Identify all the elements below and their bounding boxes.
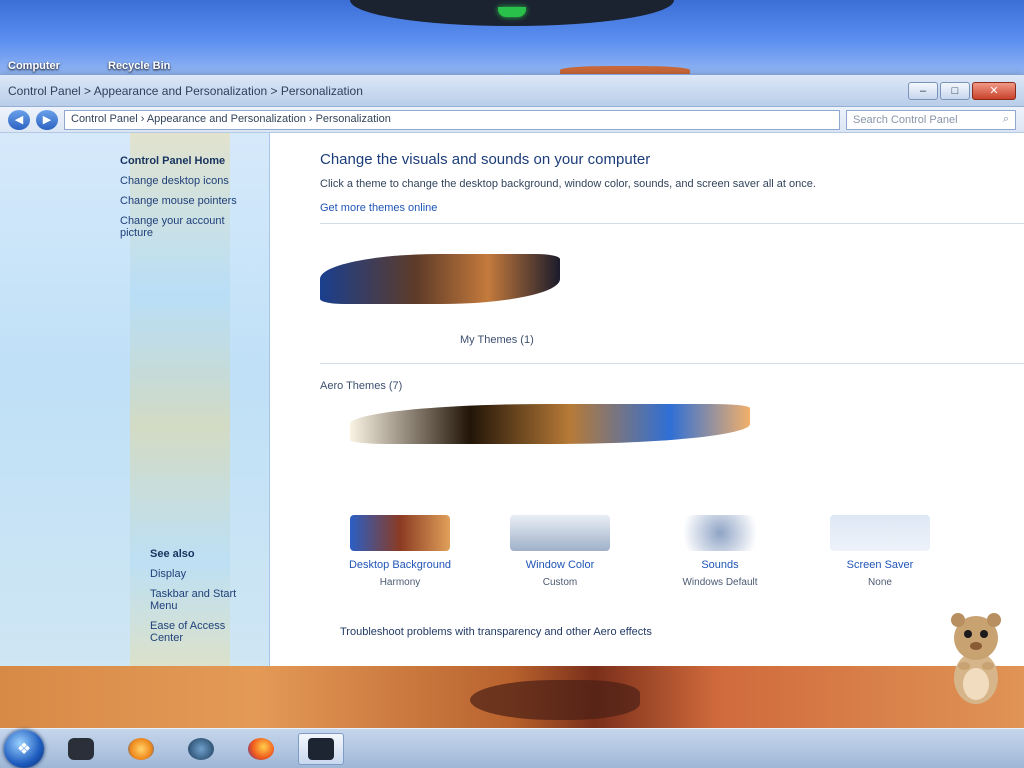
my-themes-section: My Themes (1) <box>320 223 1024 353</box>
window-titlebar[interactable]: Control Panel > Appearance and Personali… <box>0 75 1024 107</box>
media-player-icon <box>128 737 154 760</box>
taskbar-media-player[interactable] <box>118 733 164 765</box>
page-description: Click a theme to change the desktop back… <box>320 178 816 190</box>
option-value: Harmony <box>379 577 421 588</box>
wallpaper-ground <box>0 666 1024 728</box>
control-panel-icon <box>308 737 334 760</box>
sidebar-item-home[interactable]: Control Panel Home <box>0 151 269 171</box>
option-label: Desktop Background <box>348 559 452 571</box>
desktop-shortcut-computer[interactable]: Computer <box>8 60 60 72</box>
taskbar-firefox[interactable] <box>238 733 284 765</box>
installed-themes-section: Aero Themes (7) <box>320 363 1024 463</box>
address-field[interactable]: Control Panel › Appearance and Personali… <box>64 109 840 130</box>
option-value: None <box>868 577 892 588</box>
folder-icon <box>68 737 94 760</box>
search-placeholder: Search Control Panel <box>853 113 958 126</box>
close-button[interactable]: ✕ <box>972 81 1016 100</box>
back-button[interactable]: ◀ <box>8 109 30 130</box>
taskbar-control-panel[interactable] <box>298 732 344 765</box>
sidebar-item-account-picture[interactable]: Change your account picture <box>0 211 269 243</box>
sounds-icon <box>670 515 770 551</box>
taskbar-explorer[interactable] <box>58 733 104 765</box>
see-also-taskbar[interactable]: Taskbar and Start Menu <box>0 584 269 616</box>
see-also-ease-of-access[interactable]: Ease of Access Center <box>0 616 269 648</box>
see-also-heading: See also <box>150 548 195 560</box>
option-label: Sounds <box>701 559 739 571</box>
option-sounds[interactable]: Sounds Windows Default <box>660 515 780 588</box>
option-value: Windows Default <box>682 577 758 588</box>
see-also-display[interactable]: Display <box>0 564 269 584</box>
hamster-mascot <box>951 613 1001 704</box>
search-input[interactable]: Search Control Panel ⌕ <box>846 109 1016 130</box>
minimize-button[interactable]: – <box>908 81 938 100</box>
option-window-color[interactable]: Window Color Custom <box>500 515 620 588</box>
sidebar-see-also: See also Display Taskbar and Start Menu … <box>0 544 269 648</box>
page-title: Change the visuals and sounds on your co… <box>320 151 651 168</box>
taskbar-network[interactable] <box>178 733 224 765</box>
search-icon[interactable]: ⌕ <box>1003 113 1009 126</box>
forward-button[interactable]: ▶ <box>36 109 58 130</box>
theme-thumbnail-current[interactable] <box>320 254 560 304</box>
system-tray <box>844 731 1024 767</box>
maximize-button[interactable]: □ <box>940 81 970 100</box>
globe-icon <box>188 737 214 760</box>
option-label: Screen Saver <box>846 559 914 571</box>
my-themes-label: My Themes (1) <box>460 334 534 346</box>
desktop-shortcut-recycle-bin[interactable]: Recycle Bin <box>108 60 170 72</box>
option-label: Window Color <box>525 559 595 571</box>
windows-logo-icon: ❖ <box>16 740 32 758</box>
window-controls: – □ ✕ <box>908 81 1016 100</box>
background-thumbnail <box>350 515 450 551</box>
option-desktop-background[interactable]: Desktop Background Harmony <box>340 515 460 588</box>
start-button[interactable]: ❖ <box>4 729 44 768</box>
option-screen-saver[interactable]: Screen Saver None <box>820 515 940 588</box>
aero-troubleshoot-link[interactable]: Troubleshoot problems with transparency … <box>340 626 652 638</box>
theme-thumbnail-aero[interactable] <box>350 404 750 444</box>
screen-saver-icon <box>830 515 930 551</box>
sidebar-item-desktop-icons[interactable]: Change desktop icons <box>0 171 269 191</box>
option-value: Custom <box>542 577 578 588</box>
window-title: Control Panel > Appearance and Personali… <box>8 83 363 98</box>
content-header: Change the visuals and sounds on your co… <box>320 133 1024 214</box>
installed-themes-label: Aero Themes (7) <box>320 380 403 392</box>
personalize-options: Desktop Background Harmony Window Color … <box>340 515 940 588</box>
window-color-icon <box>510 515 610 551</box>
address-bar: ◀ ▶ Control Panel › Appearance and Perso… <box>0 107 1024 133</box>
get-more-themes-link[interactable]: Get more themes online <box>320 202 1024 214</box>
control-panel-window: Control Panel > Appearance and Personali… <box>0 74 1024 668</box>
firefox-icon <box>248 737 274 760</box>
sidebar: Control Panel Home Change desktop icons … <box>0 133 270 668</box>
indicator-led <box>498 7 526 17</box>
taskbar: ❖ <box>0 728 1024 768</box>
top-notch <box>350 0 674 26</box>
sidebar-item-mouse-pointers[interactable]: Change mouse pointers <box>0 191 269 211</box>
